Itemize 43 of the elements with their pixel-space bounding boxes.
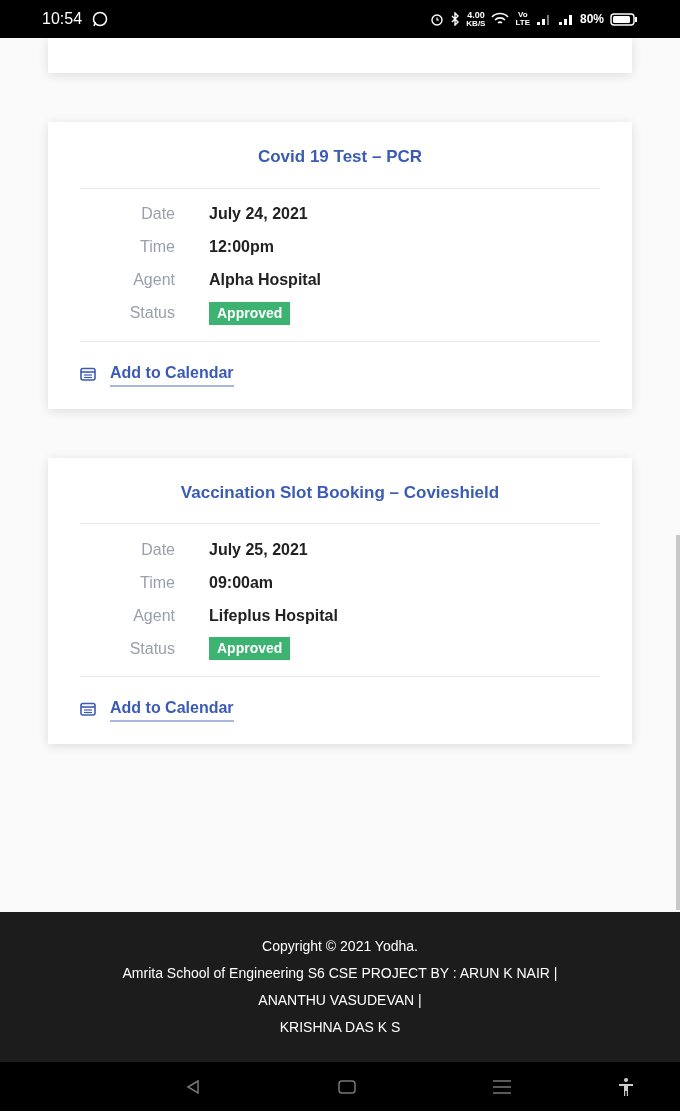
signal-icon	[557, 13, 574, 25]
detail-value: Alpha Hospital	[209, 270, 321, 290]
chat-icon	[92, 11, 109, 27]
clock: 10:54	[42, 9, 83, 29]
back-icon[interactable]	[185, 1078, 201, 1095]
network-label: Vo	[517, 11, 528, 19]
detail-value: Lifeplus Hospital	[209, 605, 338, 626]
speed-unit: KB/S	[466, 19, 486, 28]
detail-label: Time	[139, 237, 175, 257]
detail-value: July 25, 2021	[209, 539, 308, 560]
detail-label: Time	[139, 572, 175, 593]
footer-text: ANANTHU VASUDEVAN |	[258, 991, 422, 1010]
speed-value: 4.00	[467, 10, 485, 20]
detail-label: Date	[140, 539, 175, 560]
appointment-title: Covid 19 Test – PCR	[80, 144, 600, 189]
add-to-calendar-link[interactable]: Add to Calendar	[110, 696, 234, 722]
footer-text: KRISHNA DAS K S	[279, 1018, 401, 1037]
detail-label: Status	[128, 638, 175, 659]
battery-percent: 80%	[579, 11, 604, 28]
network-label: LTE	[515, 19, 530, 27]
detail-label: Status	[128, 303, 175, 323]
status-badge: Approved	[209, 301, 291, 325]
accessibility-icon[interactable]	[618, 1076, 634, 1097]
alarm-icon	[430, 12, 445, 26]
signal-icon	[535, 13, 552, 25]
home-icon[interactable]	[338, 1078, 356, 1095]
detail-label: Agent	[132, 270, 175, 290]
detail-value: 12:00pm	[209, 237, 274, 257]
detail-value: 09:00am	[209, 572, 274, 593]
detail-label: Date	[140, 204, 175, 224]
status-badge: Approved	[209, 637, 291, 660]
menu-icon[interactable]	[492, 1078, 512, 1095]
calendar-icon	[80, 702, 96, 716]
wifi-icon	[491, 12, 510, 26]
calendar-icon	[80, 366, 96, 381]
detail-label: Agent	[132, 605, 175, 626]
battery-icon	[610, 12, 638, 26]
add-to-calendar-link[interactable]: Add to Calendar	[110, 360, 234, 387]
bluetooth-icon	[450, 12, 461, 26]
detail-value: July 24, 2021	[209, 204, 308, 224]
appointment-title: Vaccination Slot Booking – Covieshield	[80, 479, 600, 524]
footer-text: Amrita School of Engineering S6 CSE PROJECT BY : ARUN K NAIR |	[122, 964, 558, 983]
footer-text: Copyright © 2021 Yodha.	[262, 937, 418, 956]
